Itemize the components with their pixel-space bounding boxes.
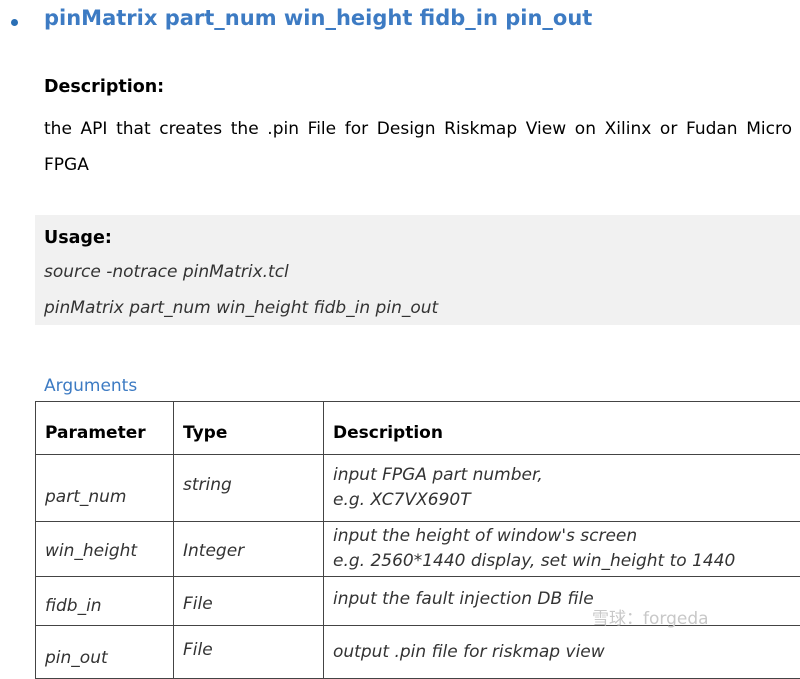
- table-header-row: Parameter Type Description: [36, 402, 800, 455]
- description-cell: output .pin file for riskmap view: [324, 626, 800, 679]
- description-heading: Description:: [44, 77, 164, 97]
- usage-heading: Usage:: [44, 228, 112, 248]
- type-cell: File: [174, 626, 324, 679]
- usage-line: source -notrace pinMatrix.tcl: [44, 262, 289, 282]
- parameter-cell: fidb_in: [36, 577, 174, 626]
- table-row: part_num string input FPGA part number, …: [36, 455, 800, 522]
- type-cell: Integer: [174, 522, 324, 577]
- api-title: pinMatrix part_num win_height fidb_in pi…: [44, 6, 592, 30]
- description-line: output .pin file for riskmap view: [333, 640, 791, 665]
- description-cell: input the height of window's screen e.g.…: [324, 522, 800, 577]
- arguments-heading: Arguments: [44, 376, 137, 396]
- description-cell: input FPGA part number, e.g. XC7VX690T: [324, 455, 800, 522]
- description-line: input the fault injection DB file: [333, 587, 791, 612]
- type-cell: string: [174, 455, 324, 522]
- column-header-description: Description: [324, 402, 800, 455]
- bullet-icon: [11, 19, 18, 26]
- parameter-cell: win_height: [36, 522, 174, 577]
- description-line: e.g. 2560*1440 display, set win_height t…: [333, 549, 791, 574]
- column-header-type: Type: [174, 402, 324, 455]
- description-text: the API that creates the .pin File for D…: [44, 111, 792, 183]
- parameter-cell: part_num: [36, 455, 174, 522]
- usage-line: pinMatrix part_num win_height fidb_in pi…: [44, 298, 438, 318]
- description-line: input FPGA part number,: [333, 463, 791, 488]
- column-header-parameter: Parameter: [36, 402, 174, 455]
- parameter-cell: pin_out: [36, 626, 174, 679]
- arguments-table: Parameter Type Description part_num stri…: [35, 401, 800, 679]
- watermark: 雪球：forgeda: [592, 604, 709, 629]
- description-cell: input the fault injection DB file: [324, 577, 800, 626]
- description-line: e.g. XC7VX690T: [333, 488, 791, 513]
- table-row: win_height Integer input the height of w…: [36, 522, 800, 577]
- description-line: input the height of window's screen: [333, 524, 791, 549]
- table-row: pin_out File output .pin file for riskma…: [36, 626, 800, 679]
- type-cell: File: [174, 577, 324, 626]
